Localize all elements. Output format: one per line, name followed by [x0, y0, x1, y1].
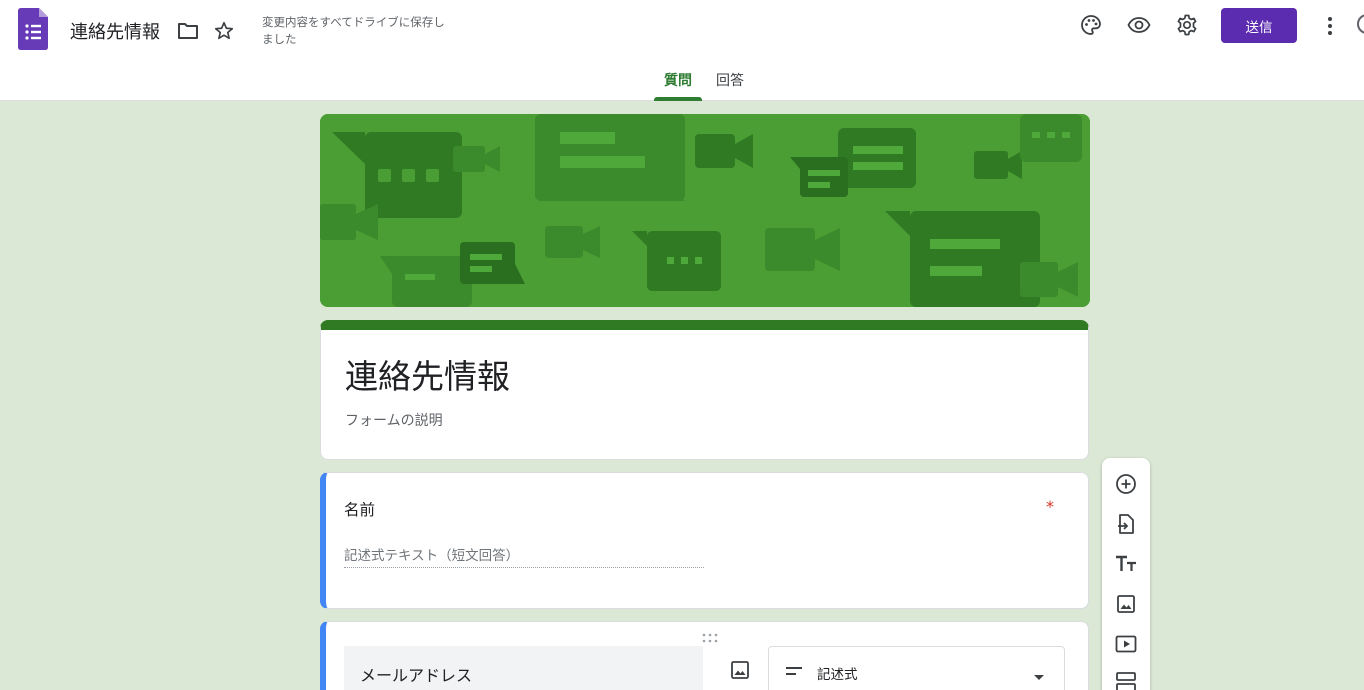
form-title[interactable]: 連絡先情報	[345, 350, 510, 398]
tab-responses[interactable]: 回答	[710, 70, 750, 101]
add-question-icon[interactable]	[1114, 472, 1138, 496]
eye-icon[interactable]	[1126, 12, 1152, 38]
question-title-input[interactable]: メールアドレス	[344, 646, 703, 690]
header-banner-image	[320, 114, 1090, 307]
add-title-text-icon[interactable]	[1114, 552, 1138, 576]
add-section-icon[interactable]	[1114, 670, 1138, 690]
save-status-text: 変更内容をすべてドライブに保存しました	[262, 15, 445, 46]
app-header: 連絡先情報 変更内容をすべてドライブに保存しました 送信 質問 回答	[0, 0, 1364, 101]
chevron-down-icon	[1033, 667, 1045, 680]
question-title-text: メールアドレス	[360, 666, 473, 685]
question-card-email[interactable]: メールアドレス 記述式	[320, 621, 1089, 690]
document-title[interactable]: 連絡先情報	[70, 18, 160, 44]
account-avatar[interactable]	[1357, 14, 1364, 34]
gear-icon[interactable]	[1174, 12, 1200, 38]
required-asterisk: *	[1046, 497, 1054, 516]
question-type-dropdown[interactable]: 記述式	[768, 646, 1065, 690]
form-description[interactable]: フォームの説明	[345, 410, 443, 430]
question-title: 名前	[344, 501, 376, 519]
question-type-label: 記述式	[817, 667, 858, 683]
short-text-icon	[785, 663, 803, 677]
add-image-icon[interactable]	[1114, 592, 1138, 616]
send-button[interactable]: 送信	[1221, 8, 1297, 43]
active-tab-indicator	[654, 97, 702, 101]
star-icon[interactable]	[211, 18, 237, 44]
add-video-icon[interactable]	[1114, 632, 1138, 656]
more-vert-icon[interactable]	[1318, 12, 1342, 40]
palette-icon[interactable]	[1078, 12, 1104, 38]
form-title-card[interactable]: 連絡先情報 フォームの説明	[320, 320, 1089, 460]
import-questions-icon[interactable]	[1114, 512, 1138, 536]
question-card-name[interactable]: 名前 * 記述式テキスト（短文回答）	[320, 472, 1089, 609]
add-image-icon[interactable]	[728, 658, 752, 682]
drag-handle-icon[interactable]	[701, 628, 719, 643]
forms-logo-icon[interactable]	[18, 8, 48, 50]
short-answer-placeholder: 記述式テキスト（短文回答）	[344, 544, 704, 568]
folder-icon[interactable]	[175, 18, 201, 44]
question-toolbar	[1102, 458, 1150, 690]
